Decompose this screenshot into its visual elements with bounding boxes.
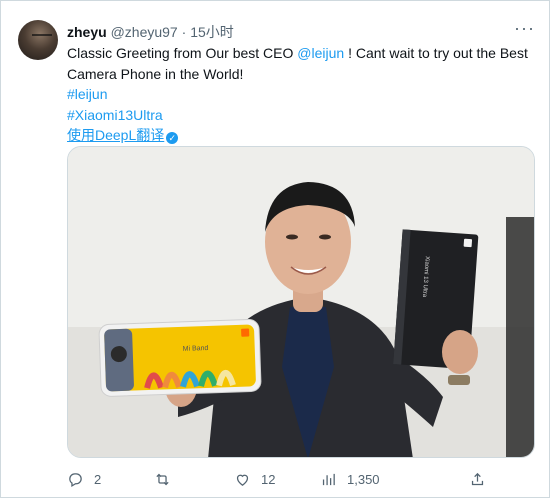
verified-icon: ✓ xyxy=(166,132,179,144)
retweet-button[interactable] xyxy=(154,471,181,488)
views-button[interactable]: 1,350 xyxy=(320,471,380,488)
hashtag-leijun[interactable]: #leijun xyxy=(67,84,537,105)
phone-screen-label: Mi Band xyxy=(183,345,209,353)
translate-link[interactable]: 使用DeepL翻译 xyxy=(67,127,164,143)
hashtag-xiaomi13ultra[interactable]: #Xiaomi13Ultra xyxy=(67,105,537,126)
retweet-icon xyxy=(156,473,169,486)
tweet-text-line2: Camera Phone in the World! xyxy=(67,65,244,82)
reply-count: 2 xyxy=(94,472,102,487)
tweet-photo[interactable]: Mi Band Xiaomi 13 Ultra xyxy=(67,146,535,458)
tweet-text: Classic Greeting from Our best CEO @leij… xyxy=(67,43,537,146)
share-icon xyxy=(471,472,484,486)
reply-icon xyxy=(69,473,82,488)
tweet-text-part: Classic Greeting from Our best CEO xyxy=(67,45,298,61)
like-button[interactable]: 12 xyxy=(234,471,275,488)
tweet-card[interactable]: zheyu @zheyu97 · 15小时 ··· Classic Greeti… xyxy=(0,0,550,498)
author-name[interactable]: zheyu xyxy=(67,24,107,40)
tweet-time[interactable]: 15小时 xyxy=(190,24,234,40)
tweet-text-part: ! Cant wait to try out the Best xyxy=(344,45,528,61)
more-icon[interactable]: ··· xyxy=(514,18,535,39)
tweet-header: zheyu @zheyu97 · 15小时 xyxy=(67,22,234,42)
like-icon xyxy=(236,474,249,486)
views-icon xyxy=(322,473,335,486)
reply-button[interactable]: 2 xyxy=(67,471,101,488)
author-handle[interactable]: @zheyu97 xyxy=(111,24,178,40)
share-button[interactable] xyxy=(469,471,486,488)
avatar[interactable] xyxy=(18,20,58,60)
separator-dot: · xyxy=(181,24,187,40)
mention-link[interactable]: @leijun xyxy=(297,45,344,61)
action-bar: 2 12 1,350 xyxy=(67,471,537,489)
views-count: 1,350 xyxy=(347,472,380,487)
like-count: 12 xyxy=(261,472,276,487)
